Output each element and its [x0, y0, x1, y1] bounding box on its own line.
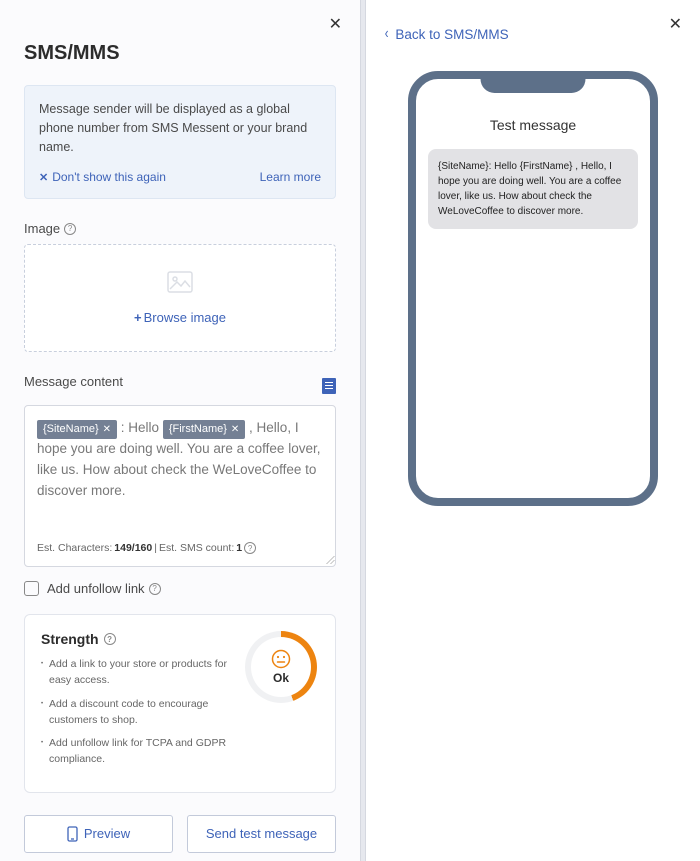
- send-test-button[interactable]: Send test message: [187, 815, 336, 853]
- message-header: Message content: [24, 374, 336, 397]
- page-title: SMS/MMS: [24, 42, 336, 65]
- preview-title: Test message: [416, 117, 650, 133]
- unfollow-label: Add unfollow link ?: [47, 581, 161, 596]
- help-icon[interactable]: ?: [244, 542, 256, 554]
- help-icon[interactable]: ?: [64, 223, 76, 235]
- phone-icon: [67, 826, 78, 842]
- remove-token-icon[interactable]: ✕: [231, 424, 239, 435]
- strength-card: Strength ? Add a link to your store or p…: [24, 614, 336, 793]
- message-stats: Est. Characters: 149/160 | Est. SMS coun…: [37, 542, 323, 554]
- document-icon[interactable]: [322, 378, 336, 394]
- strength-title: Strength ?: [41, 631, 231, 647]
- strength-tip: Add unfollow link for TCPA and GDPR comp…: [41, 736, 231, 768]
- message-editor[interactable]: {SiteName}✕ : Hello {FirstName}✕ , Hello…: [24, 405, 336, 567]
- resize-handle-icon[interactable]: [323, 554, 333, 564]
- firstname-token[interactable]: {FirstName}✕: [163, 420, 245, 438]
- help-icon[interactable]: ?: [149, 583, 161, 595]
- help-icon[interactable]: ?: [104, 633, 116, 645]
- strength-tips: Strength ? Add a link to your store or p…: [41, 631, 231, 776]
- phone-notch: [481, 73, 586, 93]
- phone-frame: Test message {SiteName}: Hello {FirstNam…: [408, 71, 658, 506]
- remove-token-icon[interactable]: ✕: [103, 424, 111, 435]
- image-placeholder-icon: [167, 280, 193, 297]
- x-icon: ✕: [39, 172, 48, 184]
- close-icon[interactable]: ✕: [669, 14, 682, 34]
- strength-tip: Add a discount code to encourage custome…: [41, 697, 231, 729]
- footer-buttons: Preview Send test message: [24, 815, 336, 853]
- info-text: Message sender will be displayed as a gl…: [39, 100, 321, 156]
- preview-panel: ✕ ‹ Back to SMS/MMS Test message {SiteNa…: [366, 0, 700, 861]
- learn-more-link[interactable]: Learn more: [260, 170, 321, 184]
- image-label: Image ?: [24, 221, 336, 236]
- back-link[interactable]: ‹ Back to SMS/MMS: [384, 26, 509, 42]
- plus-icon: +: [134, 310, 142, 325]
- editor-panel: ✕ SMS/MMS Message sender will be display…: [0, 0, 360, 861]
- strength-rating: Ok: [273, 671, 289, 685]
- sitename-token[interactable]: {SiteName}✕: [37, 420, 117, 438]
- chevron-left-icon: ‹: [385, 26, 389, 42]
- ring-inner: Ok: [251, 637, 311, 697]
- close-icon[interactable]: ✕: [329, 14, 342, 34]
- unfollow-checkbox[interactable]: [24, 581, 39, 596]
- message-content[interactable]: {SiteName}✕ : Hello {FirstName}✕ , Hello…: [37, 418, 323, 528]
- unfollow-row: Add unfollow link ?: [24, 581, 336, 596]
- neutral-face-icon: [271, 649, 291, 669]
- browse-image-link[interactable]: +Browse image: [25, 310, 335, 325]
- message-bubble: {SiteName}: Hello {FirstName} , Hello, I…: [428, 149, 638, 229]
- info-actions: ✕Don't show this again Learn more: [39, 170, 321, 184]
- message-label: Message content: [24, 374, 123, 389]
- preview-button[interactable]: Preview: [24, 815, 173, 853]
- dont-show-link[interactable]: ✕Don't show this again: [39, 170, 166, 184]
- info-banner: Message sender will be displayed as a gl…: [24, 85, 336, 199]
- progress-ring: Ok: [245, 631, 317, 703]
- strength-ring: Ok: [243, 631, 319, 776]
- strength-tip: Add a link to your store or products for…: [41, 657, 231, 689]
- image-dropzone[interactable]: +Browse image: [24, 244, 336, 352]
